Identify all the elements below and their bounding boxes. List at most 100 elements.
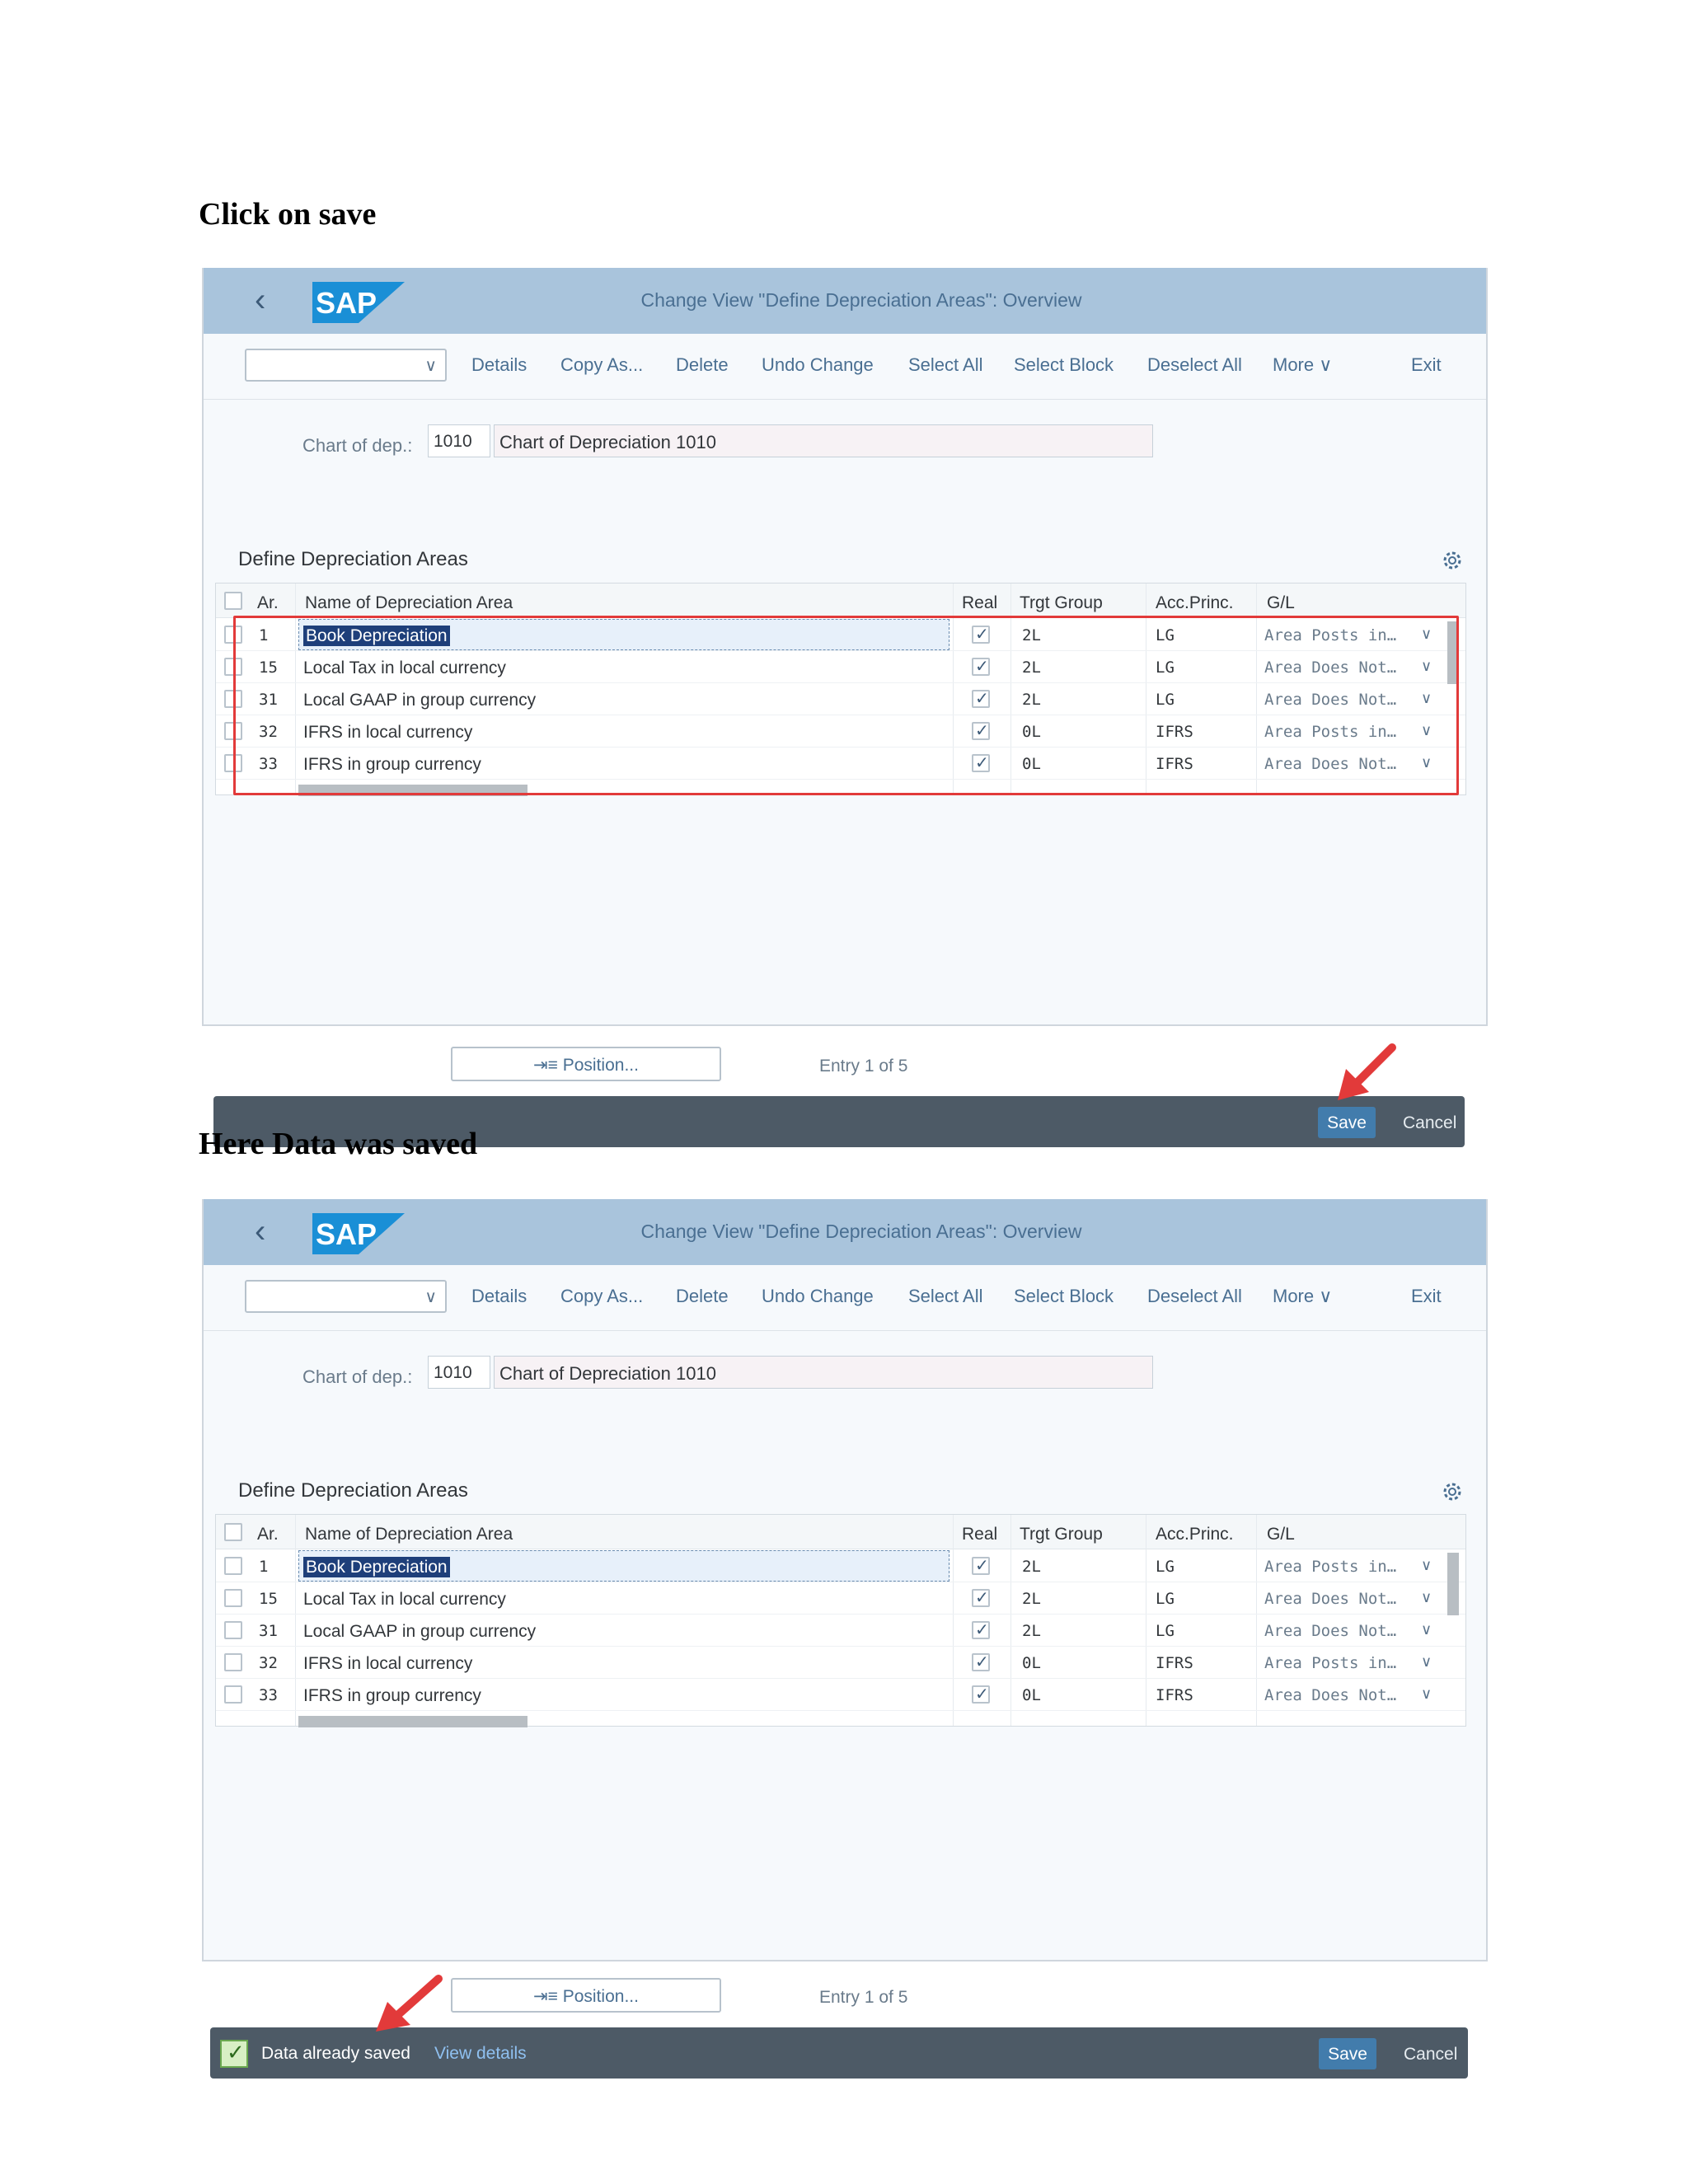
table-row[interactable]: 32 IFRS in local currency 0L IFRS Area P… [216, 1647, 1465, 1679]
real-checkbox[interactable] [972, 1619, 990, 1640]
col-name: Name of Depreciation Area [305, 593, 513, 612]
more-menu[interactable]: More ∨ [1273, 354, 1332, 376]
horizontal-scrollbar[interactable] [298, 1716, 528, 1727]
cell-ar: 32 [259, 1654, 278, 1672]
position-button[interactable]: ⇥≡ Position... [451, 1047, 721, 1081]
col-acc-princ: Acc.Princ. [1156, 1525, 1234, 1544]
entry-counter: Entry 1 of 5 [819, 1988, 908, 2007]
vertical-scrollbar[interactable] [1447, 1553, 1459, 1615]
title-bar: ‹ SAP Change View "Define Depreciation A… [204, 1199, 1486, 1265]
deselect-all-button[interactable]: Deselect All [1147, 1286, 1242, 1307]
delete-button[interactable]: Delete [676, 1286, 729, 1307]
content-area: Chart of dep.: 1010 Chart of Depreciatio… [204, 1331, 1486, 2079]
cell-acc-princ: LG [1156, 1558, 1175, 1576]
heading-data-saved: Here Data was saved [199, 1127, 478, 1161]
command-dropdown[interactable]: ∨ [245, 1280, 447, 1313]
select-block-button[interactable]: Select Block [1014, 1286, 1114, 1307]
chevron-down-icon[interactable]: ∨ [1421, 1621, 1432, 1638]
real-checkbox[interactable] [972, 1587, 990, 1608]
undo-change-button[interactable]: Undo Change [762, 354, 874, 376]
exit-button[interactable]: Exit [1411, 354, 1442, 376]
cell-name[interactable]: IFRS in local currency [303, 1654, 472, 1674]
select-block-button[interactable]: Select Block [1014, 354, 1114, 376]
more-menu[interactable]: More ∨ [1273, 1286, 1332, 1307]
chevron-down-icon[interactable]: ∨ [1421, 1685, 1432, 1703]
table-row[interactable]: 33 IFRS in group currency 0L IFRS Area D… [216, 1679, 1465, 1711]
position-label: Position... [562, 1056, 639, 1075]
cell-acc-princ: IFRS [1156, 1654, 1193, 1672]
col-real: Real [962, 593, 998, 612]
chart-of-dep-label: Chart of dep.: [302, 1366, 413, 1387]
copy-as-button[interactable]: Copy As... [560, 354, 643, 376]
select-all-button[interactable]: Select All [908, 354, 983, 376]
row-select-checkbox[interactable] [224, 1685, 242, 1704]
select-all-checkbox[interactable] [224, 592, 242, 610]
success-check-icon [220, 2040, 248, 2068]
details-button[interactable]: Details [471, 1286, 527, 1307]
cell-gl[interactable]: Area Posts in… [1264, 1558, 1396, 1576]
col-real: Real [962, 1525, 998, 1544]
cell-name[interactable]: Book Depreciation [303, 1557, 450, 1577]
page-title: Change View "Define Depreciation Areas":… [640, 1221, 1082, 1242]
cell-acc-princ: LG [1156, 1590, 1175, 1608]
table-row[interactable]: 31 Local GAAP in group currency 2L LG Ar… [216, 1615, 1465, 1647]
gear-icon[interactable] [1442, 550, 1463, 571]
table-header: Ar. Name of Depreciation Area Real Trgt … [216, 583, 1465, 618]
view-details-link[interactable]: View details [434, 2044, 527, 2064]
col-trgt-group: Trgt Group [1020, 1525, 1103, 1544]
select-all-checkbox[interactable] [224, 1523, 242, 1541]
status-message: Data already saved [261, 2044, 410, 2063]
save-button[interactable]: Save [1318, 1107, 1376, 1138]
chevron-down-icon[interactable]: ∨ [1421, 1589, 1432, 1606]
cell-name[interactable]: IFRS in group currency [303, 1686, 481, 1706]
cell-gl[interactable]: Area Does Not… [1264, 1686, 1396, 1704]
entry-counter: Entry 1 of 5 [819, 1057, 908, 1076]
chevron-down-icon: ∨ [1319, 354, 1333, 375]
heading-click-on-save: Click on save [199, 197, 377, 232]
cell-gl[interactable]: Area Does Not… [1264, 1622, 1396, 1640]
delete-button[interactable]: Delete [676, 354, 729, 376]
cell-name[interactable]: Local GAAP in group currency [303, 1622, 536, 1642]
position-label: Position... [562, 1987, 639, 2006]
col-gl: G/L [1267, 1525, 1295, 1544]
table-row[interactable]: 15 Local Tax in local currency 2L LG Are… [216, 1582, 1465, 1615]
row-select-checkbox[interactable] [224, 1621, 242, 1639]
chevron-down-icon[interactable]: ∨ [1421, 1653, 1432, 1671]
details-button[interactable]: Details [471, 354, 527, 376]
content-area: Chart of dep.: 1010 Chart of Depreciatio… [204, 400, 1486, 1147]
highlight-box [233, 616, 1459, 795]
real-checkbox[interactable] [972, 1555, 990, 1576]
table-row[interactable]: 1 Book Depreciation 2L LG Area Posts in…… [216, 1550, 1465, 1582]
real-checkbox[interactable] [972, 1684, 990, 1704]
chevron-down-icon[interactable]: ∨ [1421, 1557, 1432, 1574]
cell-gl[interactable]: Area Posts in… [1264, 1654, 1396, 1672]
chart-of-dep-code: 1010 [428, 424, 490, 457]
command-dropdown[interactable]: ∨ [245, 349, 447, 382]
copy-as-button[interactable]: Copy As... [560, 1286, 643, 1307]
title-bar: ‹ SAP Change View "Define Depreciation A… [204, 268, 1486, 334]
col-ar: Ar. [257, 593, 279, 612]
cell-ar: 31 [259, 1622, 278, 1640]
cell-gl[interactable]: Area Does Not… [1264, 1590, 1396, 1608]
cancel-button[interactable]: Cancel [1403, 1113, 1456, 1133]
deselect-all-button[interactable]: Deselect All [1147, 354, 1242, 376]
position-button[interactable]: ⇥≡ Position... [451, 1978, 721, 2013]
select-all-button[interactable]: Select All [908, 1286, 983, 1307]
footer-bar: Data already saved View details Save Can… [210, 2027, 1468, 2079]
col-gl: G/L [1267, 593, 1295, 612]
row-select-checkbox[interactable] [224, 1557, 242, 1575]
gear-icon[interactable] [1442, 1481, 1463, 1502]
save-button[interactable]: Save [1319, 2038, 1376, 2069]
position-icon: ⇥≡ [533, 1056, 558, 1075]
row-select-checkbox[interactable] [224, 1589, 242, 1607]
cancel-button[interactable]: Cancel [1404, 2045, 1457, 2064]
cell-trgt-group: 2L [1022, 1590, 1041, 1608]
real-checkbox[interactable] [972, 1652, 990, 1672]
chevron-down-icon: ∨ [424, 357, 437, 375]
exit-button[interactable]: Exit [1411, 1286, 1442, 1307]
cell-name[interactable]: Local Tax in local currency [303, 1590, 506, 1610]
chart-of-dep-description: Chart of Depreciation 1010 [494, 1356, 1153, 1389]
row-select-checkbox[interactable] [224, 1653, 242, 1671]
undo-change-button[interactable]: Undo Change [762, 1286, 874, 1307]
chart-of-dep-label: Chart of dep.: [302, 435, 413, 456]
